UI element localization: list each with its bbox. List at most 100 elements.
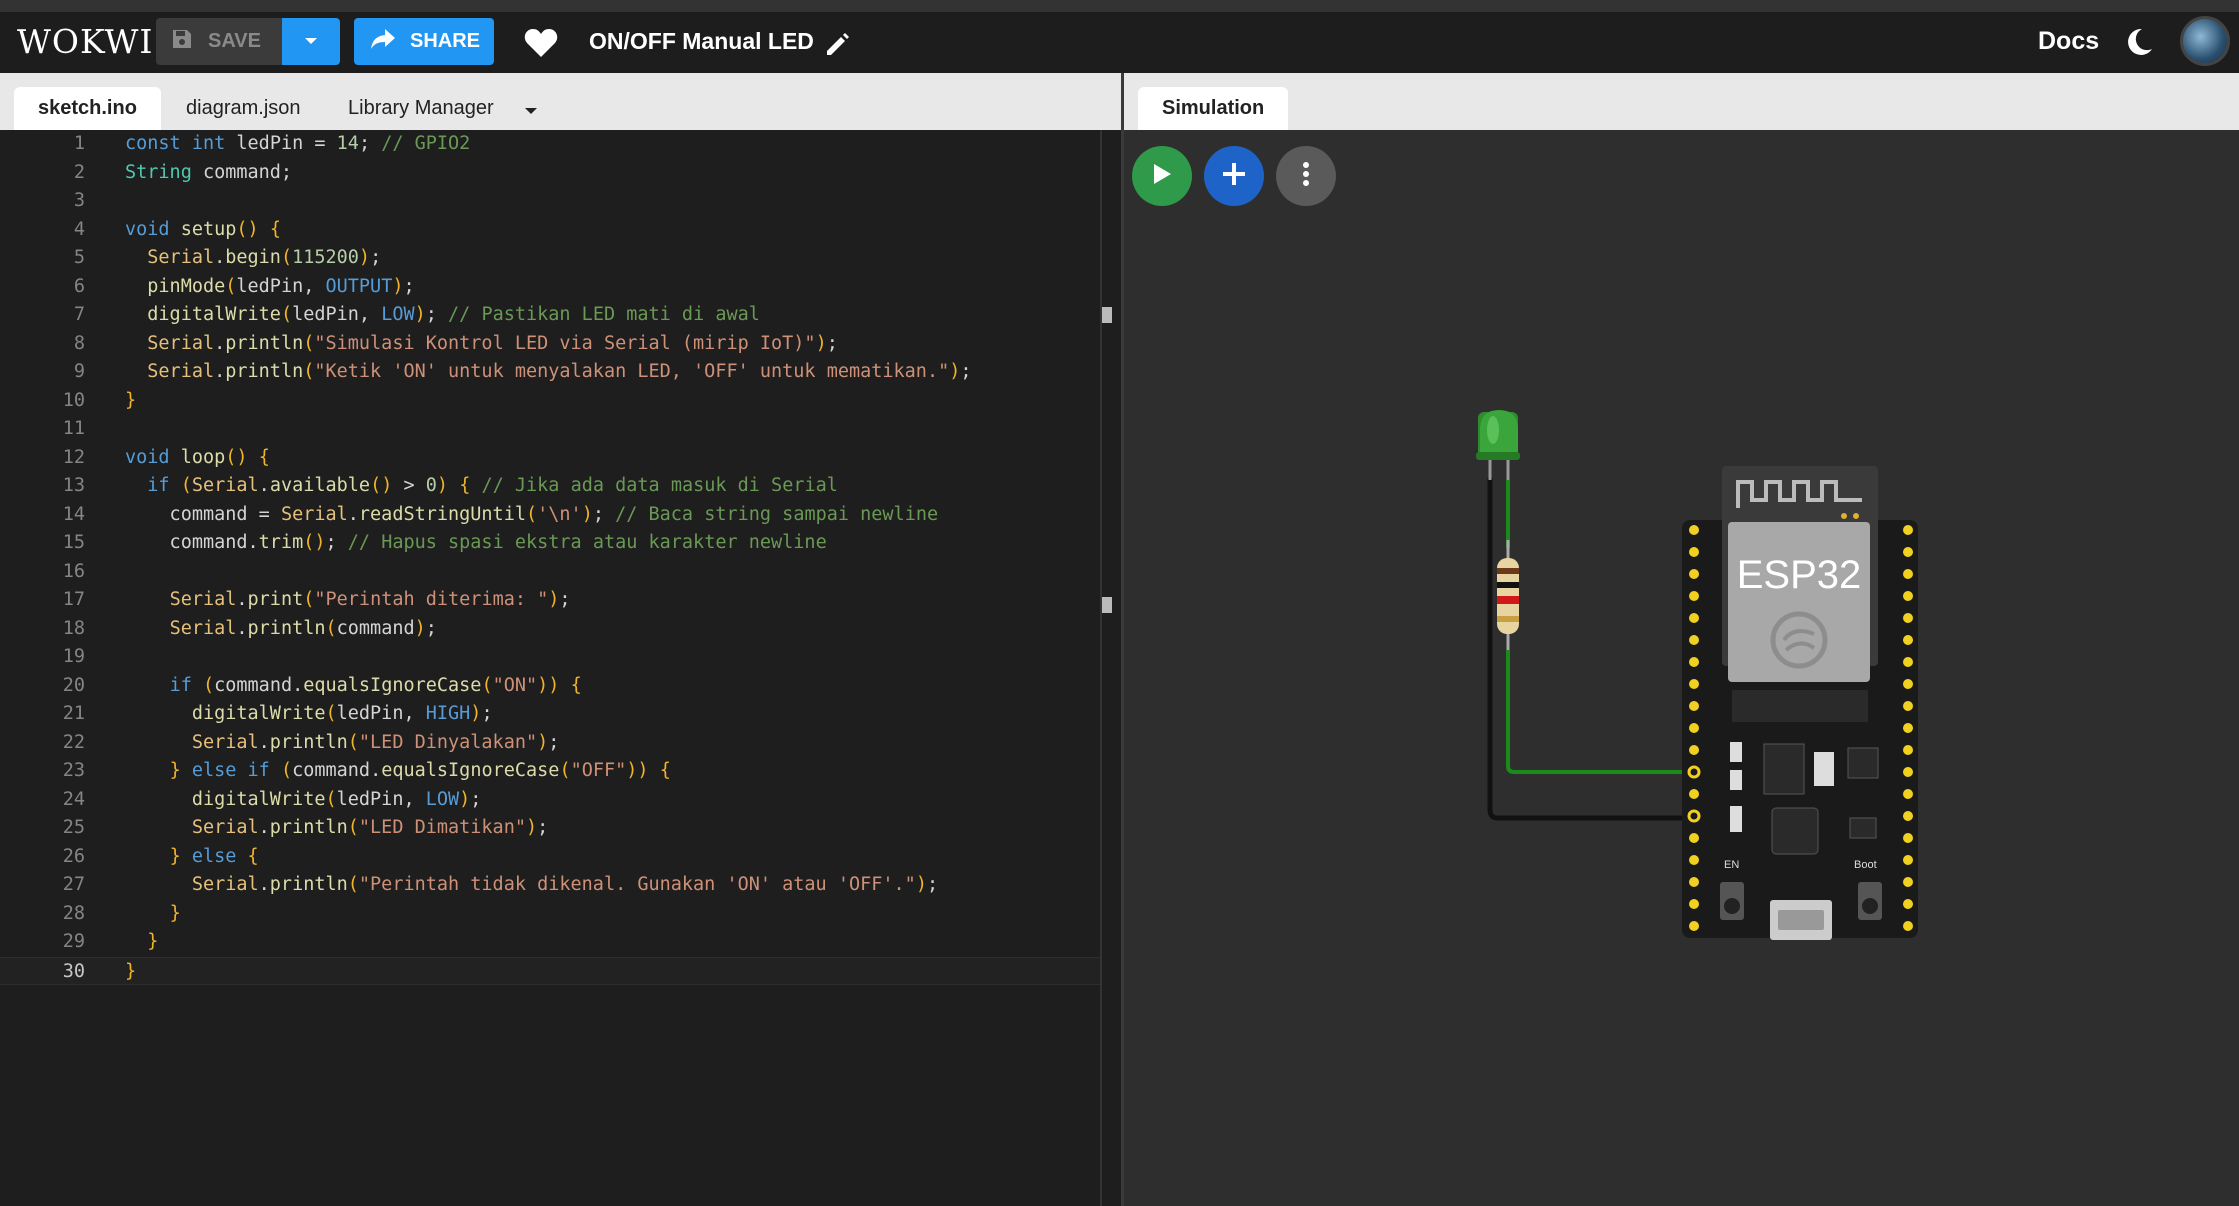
code-text[interactable]: Serial.println("Perintah tidak dikenal. …	[125, 871, 938, 900]
code-text[interactable]: }	[125, 928, 158, 957]
code-line[interactable]: 1 const int ledPin = 14; // GPIO2	[0, 130, 1100, 159]
share-button[interactable]: SHARE	[354, 18, 494, 65]
tab-simulation[interactable]: Simulation	[1138, 87, 1289, 130]
code-line[interactable]: 4 void setup() {	[0, 216, 1100, 245]
project-title[interactable]: ON/OFF Manual LED	[589, 18, 814, 65]
code-text[interactable]: digitalWrite(ledPin, HIGH);	[125, 700, 493, 729]
code-text[interactable]: }	[125, 387, 136, 416]
code-line[interactable]: 11	[0, 415, 1100, 444]
moon-icon[interactable]	[2124, 27, 2154, 62]
line-number: 16	[62, 560, 85, 582]
code-editor[interactable]: 1 const int ledPin = 14; // GPIO2 2 String …	[0, 130, 1121, 1206]
tab-sketch-ino[interactable]: sketch.ino	[14, 87, 161, 130]
code-text[interactable]: digitalWrite(ledPin, LOW); // Pastikan L…	[125, 301, 760, 330]
code-text[interactable]: Serial.begin(115200);	[125, 244, 381, 273]
code-line[interactable]: 15 command.trim(); // Hapus spasi ekstra…	[0, 529, 1100, 558]
line-number: 21	[62, 703, 85, 724]
code-line[interactable]: 24 digitalWrite(ledPin, LOW);	[0, 786, 1100, 815]
code-text[interactable]: Serial.println(command);	[125, 615, 437, 644]
save-dropdown-button[interactable]	[282, 18, 340, 65]
user-avatar[interactable]	[2180, 16, 2230, 66]
docs-link[interactable]: Docs	[2038, 18, 2099, 65]
code-text[interactable]: } else if (command.equalsIgnoreCase("OFF…	[125, 757, 671, 786]
code-line[interactable]: 22 Serial.println("LED Dinyalakan");	[0, 729, 1100, 758]
code-line[interactable]: 23 } else if (command.equalsIgnoreCase("…	[0, 757, 1100, 786]
led-green[interactable]	[1476, 410, 1520, 480]
wokwi-logo[interactable]: WOKWI	[17, 18, 153, 66]
code-text[interactable]: Serial.println("Ketik 'ON' untuk menyala…	[125, 358, 971, 387]
board-label: ESP32	[1737, 553, 1862, 597]
code-text[interactable]: void setup() {	[125, 216, 281, 245]
code-area[interactable]: 1 const int ledPin = 14; // GPIO2 2 String …	[0, 130, 1100, 985]
code-text[interactable]: void loop() {	[125, 444, 270, 473]
scroll-marker	[1102, 307, 1112, 323]
code-line[interactable]: 29 }	[0, 928, 1100, 957]
code-line[interactable]: 13 if (Serial.available() > 0) { // Jika…	[0, 472, 1100, 501]
tabs-menu-caret-icon[interactable]	[524, 103, 538, 121]
code-text[interactable]: pinMode(ledPin, OUTPUT);	[125, 273, 414, 302]
line-number: 10	[62, 389, 85, 411]
editor-scrollbar[interactable]	[1100, 130, 1102, 1206]
floppy-disk-icon	[170, 27, 194, 57]
code-text[interactable]: Serial.println("Simulasi Kontrol LED via…	[125, 330, 838, 359]
code-line[interactable]: 2 String command;	[0, 159, 1100, 188]
code-line[interactable]: 20 if (command.equalsIgnoreCase("ON")) {	[0, 672, 1100, 701]
code-text[interactable]: }	[125, 900, 181, 929]
code-line[interactable]: 30}	[0, 956, 1100, 987]
code-line[interactable]: 9 Serial.println("Ketik 'ON' untuk menya…	[0, 358, 1100, 387]
code-line[interactable]: 10}	[0, 387, 1100, 416]
esp32-board[interactable]	[1682, 466, 1918, 940]
code-text[interactable]: Serial.println("LED Dinyalakan");	[125, 729, 560, 758]
code-line[interactable]: 12 void loop() {	[0, 444, 1100, 473]
code-text[interactable]: Serial.print("Perintah diterima: ");	[125, 586, 571, 615]
code-line[interactable]: 21 digitalWrite(ledPin, HIGH);	[0, 700, 1100, 729]
tab-library-manager[interactable]: Library Manager	[324, 87, 518, 130]
tab-diagram-json[interactable]: diagram.json	[162, 87, 325, 130]
line-number: 3	[73, 190, 85, 211]
wire-gnd[interactable]	[1487, 478, 1682, 821]
wire-resistor-to-gpio[interactable]	[1506, 650, 1686, 774]
line-number: 24	[62, 788, 85, 810]
code-line[interactable]: 25 Serial.println("LED Dimatikan");	[0, 814, 1100, 843]
pencil-icon[interactable]	[824, 30, 852, 63]
boot-label: Boot	[1854, 859, 1877, 871]
code-line[interactable]: 28 }	[0, 900, 1100, 929]
code-text[interactable]: Serial.println("LED Dimatikan");	[125, 814, 548, 843]
code-line[interactable]: 3	[0, 187, 1100, 216]
top-strip	[0, 0, 2239, 12]
code-line[interactable]: 26 } else {	[0, 843, 1100, 872]
code-line[interactable]: 17 Serial.print("Perintah diterima: ");	[0, 586, 1100, 615]
simulation-canvas[interactable]: ESP32 EN Boot	[1124, 130, 2239, 1206]
code-line[interactable]: 19	[0, 643, 1100, 672]
save-button[interactable]: SAVE	[156, 18, 282, 65]
line-number: 19	[62, 646, 85, 667]
line-number: 29	[62, 931, 85, 952]
code-text[interactable]: command = Serial.readStringUntil('\n'); …	[125, 501, 939, 530]
line-number: 6	[73, 275, 85, 297]
code-text[interactable]: if (Serial.available() > 0) { // Jika ad…	[125, 472, 838, 501]
code-line[interactable]: 8 Serial.println("Simulasi Kontrol LED v…	[0, 330, 1100, 359]
code-line[interactable]: 16	[0, 558, 1100, 587]
line-number: 27	[62, 874, 85, 895]
code-text[interactable]: if (command.equalsIgnoreCase("ON")) {	[125, 672, 582, 701]
code-line[interactable]: 5 Serial.begin(115200);	[0, 244, 1100, 273]
code-line[interactable]: 7 digitalWrite(ledPin, LOW); // Pastikan…	[0, 301, 1100, 330]
code-text[interactable]: }	[125, 958, 136, 987]
resistor[interactable]	[1497, 540, 1519, 650]
line-number: 30	[62, 960, 85, 982]
heart-icon[interactable]	[524, 28, 558, 63]
line-number: 2	[73, 161, 85, 183]
code-text[interactable]: digitalWrite(ledPin, LOW);	[125, 786, 482, 815]
caret-down-icon	[303, 33, 319, 51]
code-line[interactable]: 27 Serial.println("Perintah tidak dikena…	[0, 871, 1100, 900]
code-text[interactable]: const int ledPin = 14; // GPIO2	[125, 130, 470, 159]
code-text[interactable]: String command;	[125, 159, 292, 188]
code-line[interactable]: 14 command = Serial.readStringUntil('\n'…	[0, 501, 1100, 530]
code-line[interactable]: 18 Serial.println(command);	[0, 615, 1100, 644]
code-text[interactable]: } else {	[125, 843, 259, 872]
code-text[interactable]: command.trim(); // Hapus spasi ekstra at…	[125, 529, 827, 558]
editor-tab-bar: sketch.ino diagram.json Library Manager	[0, 73, 1121, 130]
line-number: 14	[62, 503, 85, 525]
code-line[interactable]: 6 pinMode(ledPin, OUTPUT);	[0, 273, 1100, 302]
line-number: 25	[62, 817, 85, 838]
